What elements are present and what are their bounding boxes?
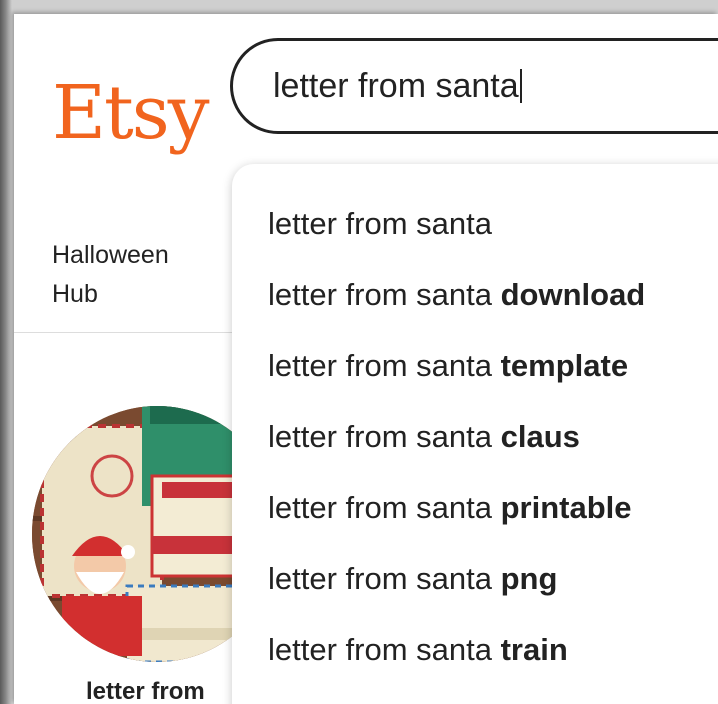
suggestion-prefix: letter from santa — [268, 277, 501, 312]
suggestion-suffix: printable — [500, 490, 632, 525]
suggestion-item[interactable]: letter from santa — [268, 206, 492, 242]
suggestion-prefix: letter from santa — [268, 419, 501, 454]
text-caret — [519, 69, 522, 103]
suggestion-suffix: template — [500, 348, 629, 383]
suggestion-item[interactable]: letter from santa claus — [268, 419, 580, 455]
suggestion-suffix: download — [500, 277, 646, 312]
suggestion-suffix: train — [500, 632, 568, 667]
nav-item-halloween-hub[interactable]: Halloween Hub — [52, 236, 222, 314]
search-input[interactable]: letter from santa — [273, 67, 522, 106]
search-input-value: letter from santa — [273, 67, 519, 105]
suggestion-suffix: png — [500, 561, 558, 596]
suggestion-item[interactable]: letter from santa download — [268, 277, 645, 313]
suggestion-item[interactable]: letter from santa train — [268, 632, 568, 668]
etsy-page: Etsy letter from santa Halloween Hub let… — [14, 14, 718, 704]
suggestion-item[interactable]: letter from santa png — [268, 561, 557, 597]
suggestion-prefix: letter from santa — [268, 490, 501, 525]
suggestion-item[interactable]: letter from santa printable — [268, 490, 632, 526]
suggestion-item[interactable]: letter from santa template — [268, 348, 628, 384]
product-title[interactable]: letter from — [86, 678, 205, 704]
nav-label-line1: Halloween — [52, 241, 169, 269]
suggestion-prefix: letter from santa — [268, 206, 492, 241]
nav-label-line2: Hub — [52, 280, 98, 308]
search-bar[interactable]: letter from santa — [230, 38, 718, 134]
etsy-logo[interactable]: Etsy — [52, 76, 210, 150]
suggestion-prefix: letter from santa — [268, 561, 501, 596]
search-suggestions-dropdown: letter from santa letter from santa down… — [232, 164, 718, 704]
suggestion-prefix: letter from santa — [268, 632, 501, 667]
suggestion-suffix: claus — [500, 419, 580, 454]
suggestion-prefix: letter from santa — [268, 348, 501, 383]
